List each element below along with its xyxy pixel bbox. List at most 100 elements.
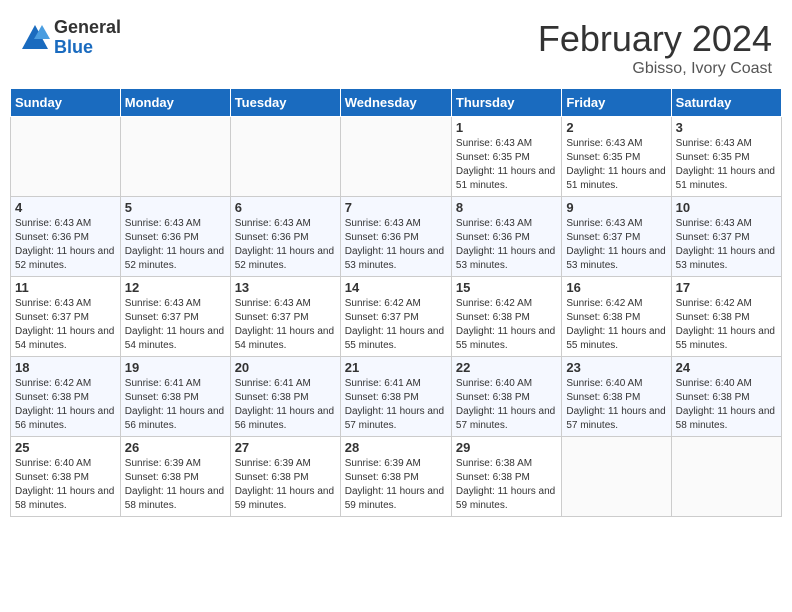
calendar-cell: 4 Sunrise: 6:43 AM Sunset: 6:36 PM Daylig… [11,197,121,277]
day-info: Sunrise: 6:39 AM Sunset: 6:38 PM Dayligh… [235,457,336,513]
calendar-cell: 5Sunrise: 6:43 AM Sunset: 6:36 PM Daylig… [120,197,230,277]
day-number: 29 [456,440,557,455]
calendar-cell: 1Sunrise: 6:43 AM Sunset: 6:35 PM Daylig… [451,117,561,197]
day-number: 7 [345,200,447,215]
calendar-header-tuesday: Tuesday [230,89,340,117]
calendar-cell: 14Sunrise: 6:42 AM Sunset: 6:37 PM Dayli… [340,277,451,357]
calendar-cell: 8 Sunrise: 6:43 AM Sunset: 6:36 PM Daylig… [451,197,561,277]
calendar-cell: 19 Sunrise: 6:41 AM Sunset: 6:38 PM Dayli… [120,357,230,437]
title-area: February 2024 Gbisso, Ivory Coast [538,18,772,78]
day-number: 6 [235,200,336,215]
calendar-cell: 20Sunrise: 6:41 AM Sunset: 6:38 PM Dayli… [230,357,340,437]
day-number: 10 [676,200,777,215]
calendar-cell: 10 Sunrise: 6:43 AM Sunset: 6:37 PM Dayli… [671,197,781,277]
day-info: Sunrise: 6:43 AM Sunset: 6:36 PM Dayligh… [235,217,336,273]
calendar-cell: 2Sunrise: 6:43 AM Sunset: 6:35 PM Daylig… [562,117,671,197]
location-title: Gbisso, Ivory Coast [538,60,772,78]
logo-general: General [54,18,121,38]
logo-blue: Blue [54,38,121,58]
calendar-cell [562,437,671,517]
logo-icon [20,23,50,53]
day-number: 19 [125,360,226,375]
calendar-week-5: 25 Sunrise: 6:40 AM Sunset: 6:38 PM Dayli… [11,437,782,517]
calendar-week-3: 11 Sunrise: 6:43 AM Sunset: 6:37 PM Dayli… [11,277,782,357]
day-number: 3 [676,120,777,135]
day-number: 14 [345,280,447,295]
day-info: Sunrise: 6:43 AM Sunset: 6:36 PM Dayligh… [125,217,226,273]
day-info: Sunrise: 6:42 AM Sunset: 6:38 PM Dayligh… [456,297,557,353]
day-info: Sunrise: 6:39 AM Sunset: 6:38 PM Dayligh… [345,457,447,513]
calendar-cell [671,437,781,517]
calendar-header-thursday: Thursday [451,89,561,117]
calendar-cell: 21 Sunrise: 6:41 AM Sunset: 6:38 PM Dayli… [340,357,451,437]
calendar-cell: 28 Sunrise: 6:39 AM Sunset: 6:38 PM Dayli… [340,437,451,517]
calendar-week-1: 1Sunrise: 6:43 AM Sunset: 6:35 PM Daylig… [11,117,782,197]
day-info: Sunrise: 6:40 AM Sunset: 6:38 PM Dayligh… [676,377,777,433]
day-info: Sunrise: 6:43 AM Sunset: 6:36 PM Dayligh… [345,217,447,273]
day-number: 8 [456,200,557,215]
day-info: Sunrise: 6:43 AM Sunset: 6:37 PM Dayligh… [676,217,777,273]
day-number: 11 [15,280,116,295]
day-number: 26 [125,440,226,455]
day-info: Sunrise: 6:42 AM Sunset: 6:38 PM Dayligh… [15,377,116,433]
month-title: February 2024 [538,18,772,60]
day-number: 13 [235,280,336,295]
calendar-header-saturday: Saturday [671,89,781,117]
calendar-cell: 13 Sunrise: 6:43 AM Sunset: 6:37 PM Dayli… [230,277,340,357]
day-info: Sunrise: 6:43 AM Sunset: 6:37 PM Dayligh… [235,297,336,353]
calendar-header-monday: Monday [120,89,230,117]
day-info: Sunrise: 6:38 AM Sunset: 6:38 PM Dayligh… [456,457,557,513]
day-number: 27 [235,440,336,455]
day-info: Sunrise: 6:42 AM Sunset: 6:38 PM Dayligh… [676,297,777,353]
day-number: 21 [345,360,447,375]
day-number: 18 [15,360,116,375]
calendar-cell: 24Sunrise: 6:40 AM Sunset: 6:38 PM Dayli… [671,357,781,437]
calendar-cell: 6 Sunrise: 6:43 AM Sunset: 6:36 PM Daylig… [230,197,340,277]
day-info: Sunrise: 6:40 AM Sunset: 6:38 PM Dayligh… [15,457,116,513]
day-info: Sunrise: 6:43 AM Sunset: 6:36 PM Dayligh… [456,217,557,273]
calendar-cell: 25 Sunrise: 6:40 AM Sunset: 6:38 PM Dayli… [11,437,121,517]
calendar-cell: 17 Sunrise: 6:42 AM Sunset: 6:38 PM Dayli… [671,277,781,357]
calendar-cell: 18 Sunrise: 6:42 AM Sunset: 6:38 PM Dayli… [11,357,121,437]
calendar-cell: 23 Sunrise: 6:40 AM Sunset: 6:38 PM Dayli… [562,357,671,437]
day-number: 23 [566,360,666,375]
calendar-cell [120,117,230,197]
calendar: SundayMondayTuesdayWednesdayThursdayFrid… [10,88,782,517]
calendar-cell [11,117,121,197]
calendar-header-wednesday: Wednesday [340,89,451,117]
calendar-week-2: 4 Sunrise: 6:43 AM Sunset: 6:36 PM Daylig… [11,197,782,277]
header: General Blue February 2024 Gbisso, Ivory… [10,10,782,82]
day-number: 28 [345,440,447,455]
calendar-header-sunday: Sunday [11,89,121,117]
calendar-cell: 29 Sunrise: 6:38 AM Sunset: 6:38 PM Dayli… [451,437,561,517]
day-number: 12 [125,280,226,295]
day-info: Sunrise: 6:43 AM Sunset: 6:37 PM Dayligh… [15,297,116,353]
day-number: 20 [235,360,336,375]
day-number: 25 [15,440,116,455]
day-number: 9 [566,200,666,215]
calendar-cell: 12 Sunrise: 6:43 AM Sunset: 6:37 PM Dayli… [120,277,230,357]
day-number: 22 [456,360,557,375]
calendar-cell: 27 Sunrise: 6:39 AM Sunset: 6:38 PM Dayli… [230,437,340,517]
calendar-cell: 7 Sunrise: 6:43 AM Sunset: 6:36 PM Daylig… [340,197,451,277]
day-info: Sunrise: 6:41 AM Sunset: 6:38 PM Dayligh… [125,377,226,433]
calendar-cell: 11 Sunrise: 6:43 AM Sunset: 6:37 PM Dayli… [11,277,121,357]
calendar-cell: 22Sunrise: 6:40 AM Sunset: 6:38 PM Dayli… [451,357,561,437]
logo: General Blue [20,18,121,58]
day-number: 2 [566,120,666,135]
calendar-cell: 3 Sunrise: 6:43 AM Sunset: 6:35 PM Daylig… [671,117,781,197]
calendar-cell [230,117,340,197]
day-number: 4 [15,200,116,215]
calendar-cell: 16Sunrise: 6:42 AM Sunset: 6:38 PM Dayli… [562,277,671,357]
day-info: Sunrise: 6:43 AM Sunset: 6:35 PM Dayligh… [676,137,777,193]
logo-text: General Blue [54,18,121,58]
day-info: Sunrise: 6:40 AM Sunset: 6:38 PM Dayligh… [566,377,666,433]
calendar-week-4: 18 Sunrise: 6:42 AM Sunset: 6:38 PM Dayli… [11,357,782,437]
day-number: 15 [456,280,557,295]
day-info: Sunrise: 6:39 AM Sunset: 6:38 PM Dayligh… [125,457,226,513]
day-info: Sunrise: 6:41 AM Sunset: 6:38 PM Dayligh… [345,377,447,433]
day-number: 17 [676,280,777,295]
day-info: Sunrise: 6:43 AM Sunset: 6:36 PM Dayligh… [15,217,116,273]
day-info: Sunrise: 6:43 AM Sunset: 6:37 PM Dayligh… [125,297,226,353]
calendar-cell: 9Sunrise: 6:43 AM Sunset: 6:37 PM Daylig… [562,197,671,277]
